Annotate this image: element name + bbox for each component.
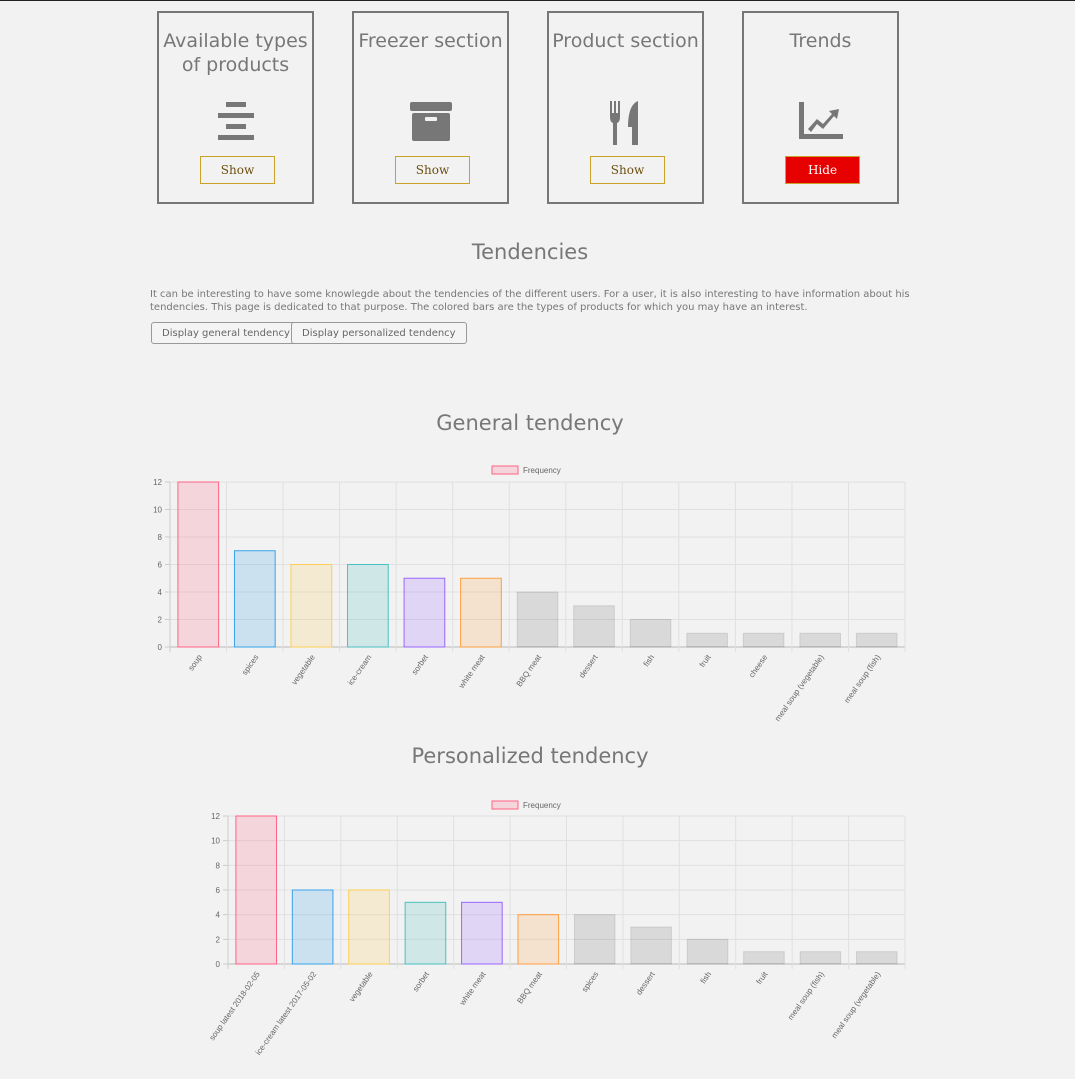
bar [799, 632, 842, 648]
y-tick-label: 8 [158, 533, 163, 542]
bar [743, 951, 785, 965]
bar [799, 951, 842, 965]
bar [403, 577, 446, 648]
x-tick-label: fruit [698, 652, 713, 669]
x-tick-label: soup [187, 653, 205, 673]
show-product-types-button[interactable]: Show [200, 156, 275, 184]
bar [461, 901, 503, 965]
y-tick-label: 4 [216, 911, 221, 920]
x-tick-label: dessert [577, 652, 600, 679]
general-tendency-chart-svg: Frequency 0 2 4 6 8 10 12 soup spices vegetable ice… [153, 465, 906, 723]
bar [235, 815, 278, 965]
y-tick-label: 10 [211, 837, 220, 846]
x-tick-label: sorbet [410, 652, 431, 676]
bar [516, 591, 559, 648]
bar [630, 926, 672, 965]
card-product-types: Available types of products Show [157, 11, 314, 204]
x-tick-label: fish [642, 653, 657, 668]
legend-label: Frequency [523, 801, 561, 810]
x-tick-label: BBQ meat [515, 652, 544, 688]
card-trends: Trends Hide [742, 11, 899, 204]
tendencies-heading: Tendencies [471, 240, 589, 264]
x-tick-label: sorbet [411, 969, 432, 993]
bar [290, 564, 333, 648]
chart-legend: Frequency [491, 800, 561, 810]
card-title: Freezer section [358, 30, 503, 52]
bar [855, 951, 898, 965]
bar [347, 564, 389, 648]
x-tick-label: fruit [755, 969, 770, 986]
bar [686, 632, 728, 648]
x-tick-label: spices [240, 653, 260, 677]
y-tick-label: 12 [211, 812, 220, 821]
y-tick-label: 0 [158, 643, 163, 652]
x-tick-label: white meat [457, 969, 488, 1007]
display-personalized-tendency-button[interactable]: Display personalized tendency [291, 322, 467, 344]
card-freezer-section: Freezer section Show [352, 11, 509, 204]
bar [573, 605, 615, 648]
bar [855, 632, 898, 648]
archive-box-icon [354, 101, 507, 143]
bar [573, 914, 616, 965]
card-product-section: Product section Show [547, 11, 704, 204]
tendencies-intro: It can be interesting to have some knowl… [150, 289, 910, 313]
card-title: Product section [552, 30, 699, 52]
x-tick-label: white meat [456, 652, 487, 690]
bar [742, 632, 785, 648]
y-tick-label: 6 [158, 561, 163, 570]
show-product-section-button[interactable]: Show [590, 156, 665, 184]
list-align-center-icon [159, 101, 312, 143]
y-tick-label: 10 [153, 506, 162, 515]
bar [291, 889, 334, 965]
x-tick-label: meal soup (vegetable) [830, 970, 883, 1040]
x-tick-label: vegetable [347, 970, 375, 1004]
legend-label: Frequency [523, 466, 561, 475]
x-tick-label: ice-cream latest 2017-05-02 [254, 970, 319, 1057]
x-tick-label: vegetable [290, 653, 318, 687]
legend-swatch [491, 465, 519, 475]
x-tick-label: spices [580, 970, 600, 994]
x-tick-label: meal soup (fish) [842, 653, 882, 705]
bar [404, 901, 447, 965]
personalized-tendency-chart-svg: Frequency 0 2 4 6 8 10 12 soup latest 2018-02-05… [208, 800, 906, 1057]
y-tick-label: 0 [216, 960, 221, 969]
x-tick-label: fish [699, 970, 714, 985]
general-tendency-chart: Frequency 0 2 4 6 8 10 12 soup spices vegetable ice… [0, 455, 1075, 725]
bar [460, 577, 502, 648]
y-tick-label: 2 [216, 935, 221, 944]
bar [348, 889, 390, 965]
personalized-tendency-heading: Personalized tendency [411, 744, 649, 768]
x-tick-label: cheese [747, 653, 769, 680]
x-tick-label: ice-cream [346, 653, 374, 687]
bar [629, 619, 672, 648]
display-general-tendency-button[interactable]: Display general tendency [151, 322, 301, 344]
bar [177, 481, 220, 648]
y-tick-label: 8 [216, 861, 221, 870]
x-tick-label: meal soup (vegetable) [773, 653, 826, 723]
bar [517, 914, 560, 965]
personalized-tendency-chart: Frequency 0 2 4 6 8 10 12 soup latest 2018-02-05… [0, 790, 1075, 1070]
y-tick-label: 12 [153, 478, 162, 487]
x-tick-label: meal soup (fish) [786, 970, 826, 1022]
legend-swatch [491, 800, 519, 810]
feature-cards: Available types of products Show Freezer… [0, 0, 1075, 210]
y-tick-label: 6 [216, 886, 221, 895]
x-tick-label: soup latest 2018-02-05 [208, 970, 263, 1043]
chart-line-icon [744, 101, 897, 143]
fork-knife-icon [549, 101, 702, 145]
x-tick-label: dessert [634, 969, 657, 996]
hide-trends-button[interactable]: Hide [785, 156, 860, 184]
card-title: Trends [789, 30, 852, 52]
y-tick-label: 2 [158, 616, 163, 625]
x-tick-label: BBQ meat [515, 969, 544, 1005]
y-tick-label: 4 [158, 588, 163, 597]
general-tendency-heading: General tendency [436, 411, 624, 435]
bar [686, 938, 729, 965]
chart-legend: Frequency [491, 465, 561, 475]
bar [233, 550, 276, 648]
card-title: Available types of products [163, 30, 308, 76]
show-freezer-section-button[interactable]: Show [395, 156, 470, 184]
